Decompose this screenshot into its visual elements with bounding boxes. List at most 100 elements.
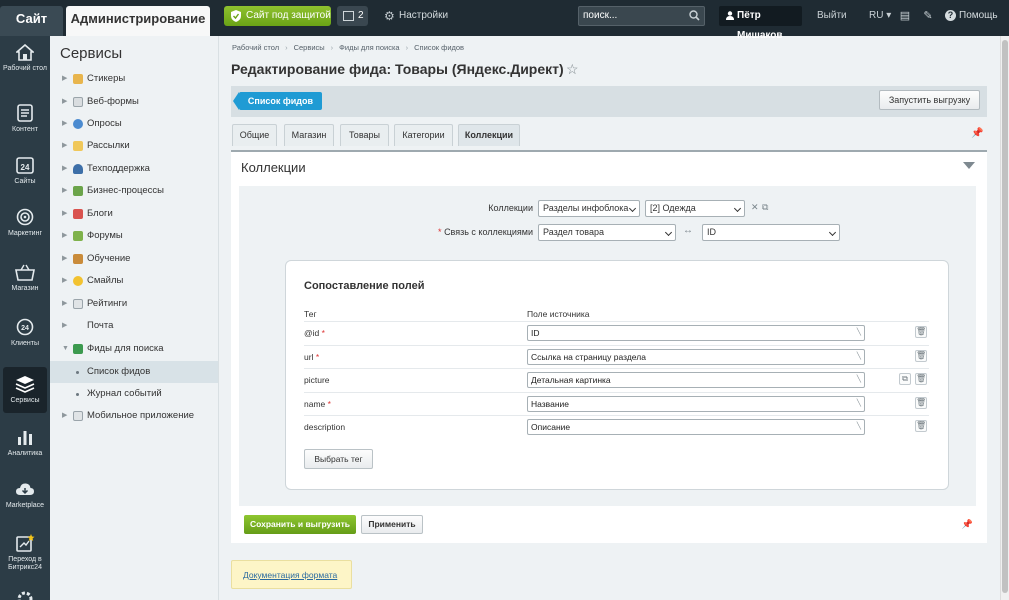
- expand-arrow-icon[interactable]: ▶: [62, 113, 67, 135]
- collapse-chevron-icon[interactable]: [963, 162, 975, 169]
- scrollbar-thumb[interactable]: [1002, 40, 1008, 593]
- format-docs-link[interactable]: Документация формата: [243, 570, 337, 580]
- nav-marketplace[interactable]: Marketplace: [0, 482, 50, 510]
- nav-label: Аналитика: [7, 450, 43, 457]
- collection-link-left-select[interactable]: Раздел товара: [538, 224, 676, 241]
- expand-arrow-icon[interactable]: ▶: [62, 91, 67, 113]
- tab-collections[interactable]: Коллекции: [458, 124, 520, 146]
- menu-item-stickers[interactable]: ▶ Стикеры: [50, 68, 218, 90]
- tab-products[interactable]: Товары: [340, 124, 389, 146]
- favorite-star-icon[interactable]: ☆: [566, 61, 579, 78]
- tab-categories[interactable]: Категории: [394, 124, 453, 146]
- tag-name: picture: [304, 375, 330, 385]
- expand-arrow-icon[interactable]: ▶: [62, 405, 67, 427]
- tab-general[interactable]: Общие: [232, 124, 277, 146]
- site-secure-button[interactable]: Сайт под защитой: [224, 6, 331, 26]
- expand-arrow-icon[interactable]: ▶: [62, 248, 67, 270]
- menu-item-polls[interactable]: ▶ Опросы: [50, 113, 218, 135]
- source-field-input[interactable]: Детальная картинка: [527, 372, 865, 388]
- nav-sites[interactable]: 24 Сайты: [0, 156, 50, 186]
- delete-icon[interactable]: 🗑: [915, 373, 927, 385]
- expand-arrow-icon[interactable]: ▶: [62, 225, 67, 247]
- menu-item-support[interactable]: ▶ Техподдержка: [50, 158, 218, 180]
- nav-services[interactable]: Сервисы: [3, 367, 47, 413]
- notifications-button[interactable]: 2: [337, 6, 368, 26]
- expand-arrow-icon[interactable]: ▶: [62, 68, 67, 90]
- help-link[interactable]: ? Помощь: [945, 6, 998, 26]
- expand-arrow-icon[interactable]: ▶: [62, 315, 67, 337]
- menu-item-feed-list[interactable]: Список фидов: [50, 361, 218, 383]
- expand-arrow-icon[interactable]: ▶: [62, 203, 67, 225]
- run-export-button[interactable]: Запустить выгрузку: [879, 90, 980, 110]
- menu-item-ratings[interactable]: ▶ Рейтинги: [50, 293, 218, 315]
- site-tab[interactable]: Сайт: [0, 6, 63, 36]
- collections-value-select[interactable]: [2] Одежда: [645, 200, 745, 217]
- menu-item-smiles[interactable]: ▶ Смайлы: [50, 270, 218, 292]
- help-icon: ?: [945, 10, 956, 21]
- nav-settings[interactable]: [0, 590, 50, 600]
- menu-item-event-log[interactable]: Журнал событий: [50, 383, 218, 405]
- delete-icon[interactable]: 🗑: [915, 350, 927, 362]
- nav-content[interactable]: Контент: [0, 104, 50, 134]
- feed-list-button[interactable]: Список фидов: [233, 92, 322, 110]
- nav-desktop[interactable]: Рабочий стол: [0, 44, 50, 73]
- search-input[interactable]: поиск...: [578, 6, 705, 26]
- pin-icon[interactable]: 📌: [971, 128, 983, 139]
- layout-icon[interactable]: ▤: [899, 10, 911, 22]
- menu-item-webforms[interactable]: ▶ Веб-формы: [50, 91, 218, 113]
- admin-tab[interactable]: Администрирование: [66, 6, 210, 36]
- expand-arrow-icon[interactable]: ▶: [62, 293, 67, 315]
- menu-item-mobile-app[interactable]: ▶ Мобильное приложение: [50, 405, 218, 427]
- breadcrumb-link[interactable]: Фиды для поиска: [339, 43, 399, 52]
- menu-item-search-feeds[interactable]: ▼ Фиды для поиска: [50, 338, 218, 360]
- nav-analytics[interactable]: Аналитика: [0, 428, 50, 458]
- nav-store[interactable]: Магазин: [0, 264, 50, 293]
- pin-icon[interactable]: 📌: [962, 519, 973, 530]
- expand-arrow-icon[interactable]: ▶: [62, 270, 67, 292]
- user-menu-button[interactable]: Пётр Мишаков: [719, 6, 802, 41]
- delete-icon[interactable]: 🗑: [915, 420, 927, 432]
- save-and-export-button[interactable]: Сохранить и выгрузить: [244, 515, 356, 534]
- source-field-input[interactable]: Ссылка на страницу раздела: [527, 349, 865, 365]
- source-field-input[interactable]: ID: [527, 325, 865, 341]
- poll-icon: [73, 119, 83, 129]
- pin-icon[interactable]: ✎: [922, 10, 934, 22]
- breadcrumb-link[interactable]: Рабочий стол: [232, 43, 279, 52]
- delete-icon[interactable]: 🗑: [915, 326, 927, 338]
- column-header-source: Поле источника: [527, 309, 590, 319]
- tab-shop[interactable]: Магазин: [284, 124, 334, 146]
- nav-bitrix24[interactable]: Переход в Битрикс24: [0, 534, 50, 572]
- expand-arrow-icon[interactable]: ▶: [62, 135, 67, 157]
- menu-item-business-processes[interactable]: ▶ Бизнес-процессы: [50, 180, 218, 202]
- apply-button[interactable]: Применить: [361, 515, 423, 534]
- source-field-input[interactable]: Название: [527, 396, 865, 412]
- delete-icon[interactable]: 🗑: [915, 397, 927, 409]
- settings-link[interactable]: ⚙ Настройки: [384, 6, 448, 26]
- notification-icon: [343, 11, 354, 21]
- nav-clients[interactable]: 24 Клиенты: [0, 318, 50, 348]
- logout-link[interactable]: Выйти: [817, 6, 847, 26]
- copy-icon[interactable]: ⧉: [762, 202, 768, 213]
- collapse-arrow-icon[interactable]: ▼: [62, 338, 69, 360]
- menu-item-forums[interactable]: ▶ Форумы: [50, 225, 218, 247]
- close-icon[interactable]: ✕: [751, 202, 759, 213]
- collection-link-right-select[interactable]: ID: [702, 224, 840, 241]
- language-selector[interactable]: RU ▾: [869, 6, 891, 26]
- copy-icon[interactable]: ⧉: [899, 373, 911, 385]
- breadcrumb-link[interactable]: Список фидов: [414, 43, 464, 52]
- menu-item-label: Опросы: [87, 118, 122, 129]
- breadcrumb-link[interactable]: Сервисы: [294, 43, 325, 52]
- menu-item-learning[interactable]: ▶ Обучение: [50, 248, 218, 270]
- menu-item-mailings[interactable]: ▶ Рассылки: [50, 135, 218, 157]
- expand-arrow-icon[interactable]: ▶: [62, 180, 67, 202]
- menu-item-mail[interactable]: ▶ Почта: [50, 315, 218, 337]
- search-icon[interactable]: [688, 9, 701, 22]
- tag-name: url *: [304, 352, 320, 362]
- menu-item-blogs[interactable]: ▶ Блоги: [50, 203, 218, 225]
- expand-arrow-icon[interactable]: ▶: [62, 158, 67, 180]
- scrollbar[interactable]: [1000, 36, 1009, 600]
- collections-source-select[interactable]: Разделы инфоблока: [538, 200, 640, 217]
- select-tag-button[interactable]: Выбрать тег: [304, 449, 373, 469]
- source-field-input[interactable]: Описание: [527, 419, 865, 435]
- nav-marketing[interactable]: Маркетинг: [0, 208, 50, 238]
